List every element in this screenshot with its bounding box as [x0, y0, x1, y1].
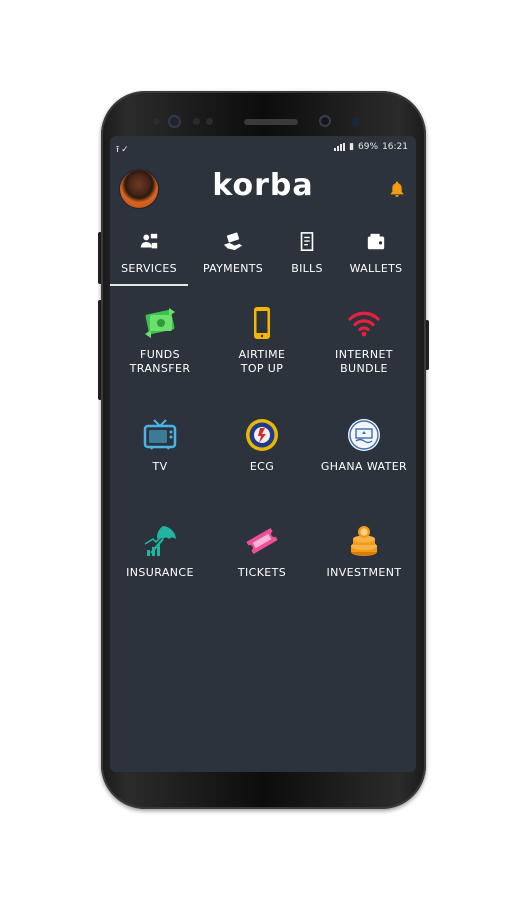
sensor-dot: [206, 118, 213, 125]
notification-icons: ⭱✓: [116, 142, 131, 158]
active-tab-indicator: [110, 284, 188, 286]
tab-bills[interactable]: BILLS: [268, 226, 346, 284]
service-insurance[interactable]: INSURANCE: [110, 524, 210, 580]
service-label-line: TV: [152, 460, 168, 473]
app-screen: ⭱✓ ▮ 69% 16:21 korba SERVICES PAYMENTS B…: [110, 136, 416, 772]
status-bar: ⭱✓ ▮ 69% 16:21: [110, 136, 416, 160]
bills-icon: [300, 232, 314, 251]
phone-icon: [254, 307, 270, 339]
tab-wallets[interactable]: WALLETS: [337, 226, 415, 284]
ecg-logo-icon: [246, 419, 278, 451]
sensor-dot: [193, 118, 200, 125]
service-label-line: ECG: [249, 460, 275, 473]
bell-icon[interactable]: [388, 180, 406, 198]
service-tv[interactable]: TV: [110, 418, 210, 474]
service-label-line: AIRTIME: [238, 348, 286, 361]
signal-icon: [334, 143, 346, 151]
service-tickets[interactable]: TICKETS: [212, 524, 312, 580]
iris-camera: [352, 118, 360, 126]
wallets-icon: [367, 233, 385, 250]
check-icon: ✓: [121, 145, 131, 155]
front-camera: [319, 115, 331, 127]
funds-transfer-icon: [145, 308, 175, 338]
clock: 16:21: [382, 142, 408, 152]
iris-sensor: [168, 115, 181, 128]
payments-icon: [223, 232, 243, 251]
tab-payments[interactable]: PAYMENTS: [194, 226, 272, 284]
status-indicators: ▮ 69% 16:21: [334, 142, 408, 152]
app-logo: korba: [212, 168, 314, 203]
ghana-water-logo-icon: [348, 419, 380, 451]
tab-label: WALLETS: [349, 262, 403, 275]
services-icon: [140, 233, 158, 249]
wifi-icon: [348, 311, 380, 337]
service-funds-transfer[interactable]: FUNDS TRANSFER: [110, 306, 210, 376]
battery-icon: ▮: [349, 142, 355, 152]
tab-label: SERVICES: [121, 262, 177, 275]
category-tabs: SERVICES PAYMENTS BILLS WALLETS: [110, 226, 416, 286]
service-label-line: INSURANCE: [126, 566, 194, 579]
insurance-icon: [144, 526, 176, 556]
earpiece-speaker: [244, 119, 298, 125]
service-label-line: TICKETS: [237, 566, 287, 579]
service-internet-bundle[interactable]: INTERNET BUNDLE: [314, 306, 414, 376]
tickets-icon: [246, 527, 278, 555]
service-ghana-water[interactable]: GHANA WATER: [314, 418, 414, 474]
investment-icon: [351, 526, 377, 556]
tv-icon: [143, 419, 177, 450]
tab-services[interactable]: SERVICES: [110, 226, 188, 284]
service-ecg[interactable]: ECG: [212, 418, 312, 474]
service-label-line: INTERNET: [335, 348, 393, 361]
service-label-line: FUNDS: [139, 348, 181, 361]
service-label-line: BUNDLE: [340, 362, 388, 375]
tab-label: BILLS: [291, 262, 323, 275]
tab-label: PAYMENTS: [202, 262, 264, 275]
service-label-line: TRANSFER: [129, 362, 191, 375]
service-investment[interactable]: INVESTMENT: [314, 524, 414, 580]
service-label-line: INVESTMENT: [326, 566, 402, 579]
services-grid: FUNDS TRANSFER AIRTIME TOP UP INTERNET B…: [110, 306, 416, 626]
service-label-line: TOP UP: [240, 362, 284, 375]
sensor-dot: [153, 118, 160, 125]
battery-level: 69%: [358, 142, 379, 152]
service-label-line: GHANA WATER: [320, 460, 408, 473]
service-airtime-top-up[interactable]: AIRTIME TOP UP: [212, 306, 312, 376]
